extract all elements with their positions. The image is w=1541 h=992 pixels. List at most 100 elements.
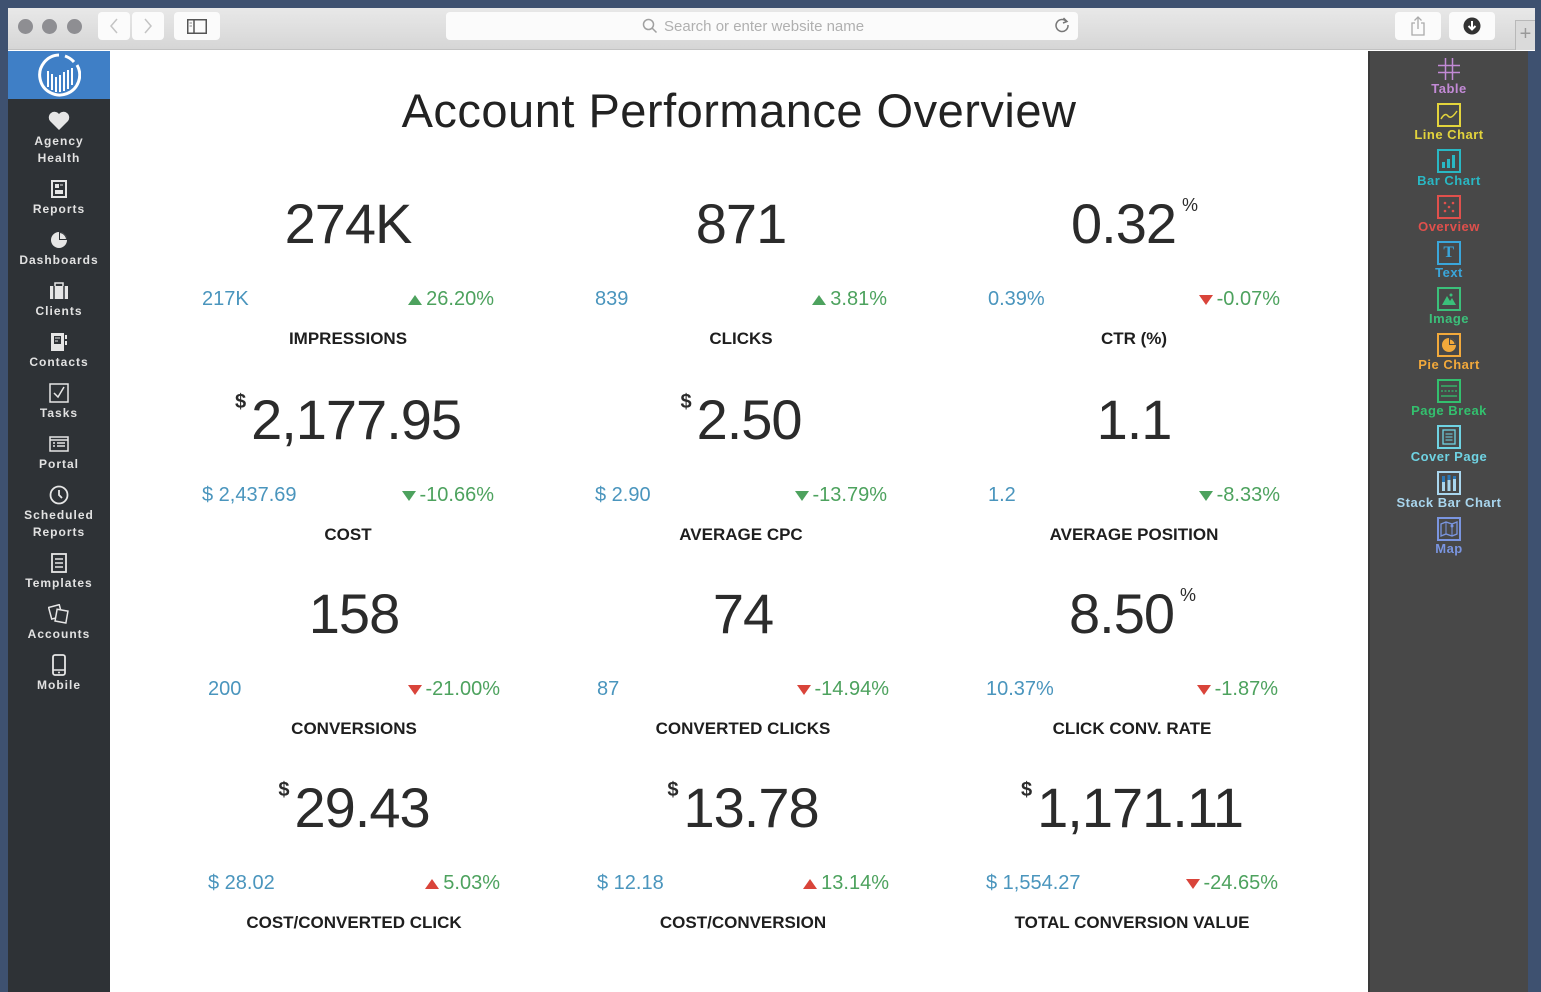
sidebar-item-agency-health[interactable]: Agency Health xyxy=(8,110,110,167)
previous-value: $ 28.02 xyxy=(208,872,275,894)
trend-arrow-icon xyxy=(1196,684,1211,695)
previous-value: 1.2 xyxy=(988,484,1016,506)
metric-value-wrap: 871 xyxy=(581,191,901,256)
widget-bar-chart[interactable]: Bar Chart xyxy=(1370,149,1528,189)
widget-image[interactable]: Image xyxy=(1370,287,1528,327)
address-bar[interactable]: Search or enter website name xyxy=(446,12,1078,40)
sidebar-item-label: Contacts xyxy=(29,355,89,369)
sidebar-item-contacts[interactable]: Contacts xyxy=(8,331,110,371)
change-value: -13.79% xyxy=(794,484,887,507)
metric-card[interactable]: $2.50 $ 2.90 -13.79% AVERAGE CPC xyxy=(581,387,901,567)
currency-symbol: $ xyxy=(1021,779,1032,801)
sidebar-toggle-button[interactable] xyxy=(174,12,220,40)
metric-value: 2.50 xyxy=(696,388,803,451)
metric-card[interactable]: 8.50% 10.37% -1.87% CLICK CONV. RATE xyxy=(972,581,1292,761)
sidebar-item-dashboards[interactable]: Dashboards xyxy=(8,229,110,269)
metric-value-wrap: 274K xyxy=(188,191,508,256)
metric-card[interactable]: 0.32% 0.39% -0.07% CTR (%) xyxy=(974,191,1294,371)
previous-value: 0.39% xyxy=(988,288,1045,310)
checkbox-icon xyxy=(48,382,70,404)
widget-text[interactable]: T Text xyxy=(1370,241,1528,281)
page-title: Account Performance Overview xyxy=(401,84,1077,137)
metric-card[interactable]: 274K 217K 26.20% IMPRESSIONS xyxy=(188,191,508,371)
change-value: -24.65% xyxy=(1185,872,1279,895)
change-value: -0.07% xyxy=(1198,288,1280,311)
currency-symbol: $ xyxy=(667,779,678,801)
sidebar-item-label: Scheduled Reports xyxy=(24,508,94,539)
sidebar-item-tasks[interactable]: Tasks xyxy=(8,382,110,422)
downloads-button[interactable] xyxy=(1449,12,1495,40)
sidebar-item-accounts[interactable]: Accounts xyxy=(8,603,110,643)
sidebar-item-scheduled-reports[interactable]: Scheduled Reports xyxy=(8,484,110,541)
clock-icon xyxy=(48,484,70,506)
metric-value-wrap: $13.78 xyxy=(583,775,903,840)
sidebar-item-mobile[interactable]: Mobile xyxy=(8,654,110,694)
change-percent: 3.81% xyxy=(830,288,887,310)
metric-card[interactable]: $1,171.11 $ 1,554.27 -24.65% TOTAL CONVE… xyxy=(972,775,1292,955)
metric-label: AVERAGE POSITION xyxy=(1049,525,1219,544)
change-percent: -8.33% xyxy=(1216,484,1280,506)
trend-arrow-icon xyxy=(1198,490,1213,501)
metric-card[interactable]: 158 200 -21.00% CONVERSIONS xyxy=(194,581,514,761)
metric-value: 158 xyxy=(308,582,400,645)
previous-value: $ 12.18 xyxy=(597,872,664,894)
metric-card[interactable]: $2,177.95 $ 2,437.69 -10.66% COST xyxy=(188,387,508,567)
portal-icon xyxy=(48,433,70,455)
metric-card[interactable]: 1.1 1.2 -8.33% AVERAGE POSITION xyxy=(974,387,1294,567)
sidebar-item-clients[interactable]: Clients xyxy=(8,280,110,320)
change-percent: 26.20% xyxy=(426,288,494,310)
metric-card[interactable]: $13.78 $ 12.18 13.14% COST/CONVERSION xyxy=(583,775,903,955)
widget-cover-page[interactable]: Cover Page xyxy=(1370,425,1528,465)
change-percent: -24.65% xyxy=(1203,872,1279,894)
trend-arrow-icon xyxy=(796,684,811,695)
widget-line-chart[interactable]: Line Chart xyxy=(1370,103,1528,143)
currency-symbol: $ xyxy=(680,391,691,413)
metric-card[interactable]: $29.43 $ 28.02 5.03% COST/CONVERTED CLIC… xyxy=(194,775,514,955)
sidebar-item-label: Dashboards xyxy=(19,253,99,267)
forward-button[interactable] xyxy=(132,12,164,40)
widget-table[interactable]: Table xyxy=(1370,57,1528,97)
widget-label: Cover Page xyxy=(1410,449,1488,464)
sidebar-item-templates[interactable]: Templates xyxy=(8,552,110,592)
reload-icon[interactable] xyxy=(1052,15,1072,35)
metric-value: 0.32 xyxy=(1070,192,1177,255)
metric-card[interactable]: 871 839 3.81% CLICKS xyxy=(581,191,901,371)
metric-label: CONVERTED CLICKS xyxy=(655,719,831,738)
trend-arrow-icon xyxy=(408,294,423,305)
metric-value-wrap: $1,171.11 xyxy=(972,775,1292,840)
metric-value-wrap: 0.32% xyxy=(974,191,1294,256)
widget-stack-bar-chart[interactable]: Stack Bar Chart xyxy=(1370,471,1528,511)
app-logo[interactable] xyxy=(8,51,110,99)
window-edge xyxy=(1528,51,1535,992)
trend-arrow-icon xyxy=(401,490,416,501)
change-value: -10.66% xyxy=(401,484,494,507)
zoom-window-button[interactable] xyxy=(67,19,82,34)
change-percent: -0.07% xyxy=(1216,288,1280,310)
share-button[interactable] xyxy=(1395,12,1441,40)
close-window-button[interactable] xyxy=(18,19,33,34)
sidebar-item-portal[interactable]: Portal xyxy=(8,433,110,473)
image-icon xyxy=(1437,287,1461,311)
widget-map[interactable]: Map xyxy=(1370,517,1528,557)
widget-page-break[interactable]: Page Break xyxy=(1370,379,1528,419)
sidebar-item-reports[interactable]: Reports xyxy=(8,178,110,218)
back-button[interactable] xyxy=(98,12,130,40)
widget-pie-chart[interactable]: Pie Chart xyxy=(1370,333,1528,373)
previous-value: 10.37% xyxy=(986,678,1054,700)
metric-card[interactable]: 74 87 -14.94% CONVERTED CLICKS xyxy=(583,581,903,761)
new-tab-button[interactable]: + xyxy=(1515,20,1535,50)
widget-overview[interactable]: Overview xyxy=(1370,195,1528,235)
previous-value: $ 2.90 xyxy=(595,484,651,506)
metric-label: CONVERSIONS xyxy=(291,719,417,738)
template-icon xyxy=(48,552,70,574)
previous-value: 839 xyxy=(595,288,629,310)
change-value: 13.14% xyxy=(803,872,889,895)
minimize-window-button[interactable] xyxy=(42,19,57,34)
briefcase-icon xyxy=(48,280,70,302)
widget-label: Stack Bar Chart xyxy=(1396,495,1502,510)
metric-value: 2,177.95 xyxy=(251,388,462,451)
metric-label: CLICKS xyxy=(709,329,773,348)
pie-chart-icon xyxy=(1437,333,1461,357)
previous-value: 87 xyxy=(597,678,620,700)
change-value: -14.94% xyxy=(796,678,889,701)
